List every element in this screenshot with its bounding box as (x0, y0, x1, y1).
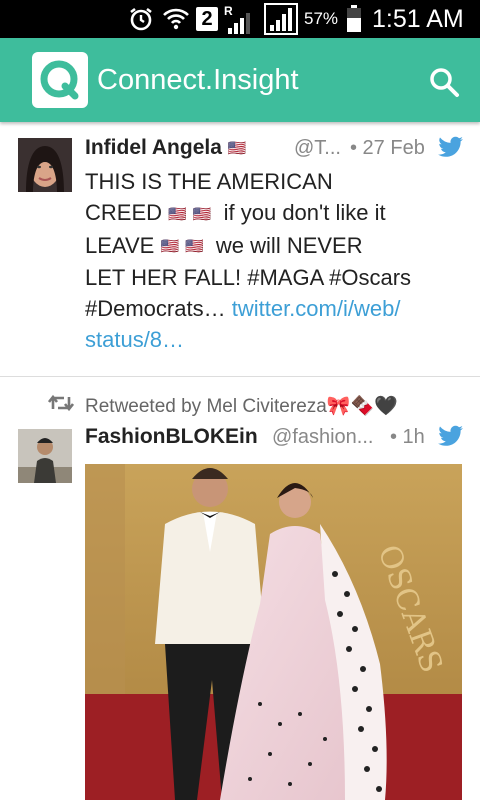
twitter-bird-icon[interactable] (438, 136, 464, 158)
retweeted-by-label: Retweeted by Mel Civitereza🎀🍫🖤 (85, 396, 398, 417)
avatar[interactable] (18, 138, 72, 192)
sim-2-badge: 2 (196, 0, 218, 38)
alarm-icon (128, 0, 154, 38)
tweet-time: • 1h (390, 426, 425, 448)
tweet-time: • 27 Feb (350, 137, 425, 159)
search-button[interactable] (424, 62, 464, 102)
tweet-card[interactable]: Infidel Angela 🇺🇸 @T... • 27 Feb THIS IS… (0, 122, 480, 376)
author-handle: @T... (294, 137, 341, 159)
tweet-link[interactable]: twitter.com/i/web/ (232, 296, 401, 321)
signal-roaming-icon: R (224, 0, 258, 38)
author-name[interactable]: FashionBLOKEin (85, 425, 258, 449)
battery-icon (346, 0, 362, 38)
author-handle: @fashion... (272, 426, 374, 448)
tweet-photo[interactable]: OSCARS (85, 464, 462, 800)
search-icon (430, 68, 459, 97)
twitter-bird-icon[interactable] (438, 425, 464, 447)
app-bar: Connect.Insight (0, 38, 480, 122)
app-logo (32, 52, 88, 108)
battery-percent: 57% (304, 9, 339, 28)
wifi-icon (162, 0, 190, 38)
status-bar: 2 R 57% 1:51 AM (0, 0, 480, 38)
us-flag-emoji: 🇺🇸 (227, 140, 253, 158)
retweet-icon (47, 393, 75, 418)
author-name[interactable]: Infidel Angela 🇺🇸 (85, 136, 252, 160)
app-title: Connect.Insight (97, 64, 299, 96)
clock: 1:51 AM (372, 4, 464, 33)
signal-icon (264, 0, 298, 38)
tweet-link-continued[interactable]: status/8… (85, 327, 184, 352)
avatar[interactable] (18, 429, 72, 483)
tweet-card[interactable]: Retweeted by Mel Civitereza🎀🍫🖤 FashionBL… (0, 377, 480, 800)
tweet-feed[interactable]: Infidel Angela 🇺🇸 @T... • 27 Feb THIS IS… (0, 122, 480, 800)
tweet-text: THIS IS THE AMERICAN CREED 🇺🇸🇺🇸 if you d… (85, 169, 412, 353)
